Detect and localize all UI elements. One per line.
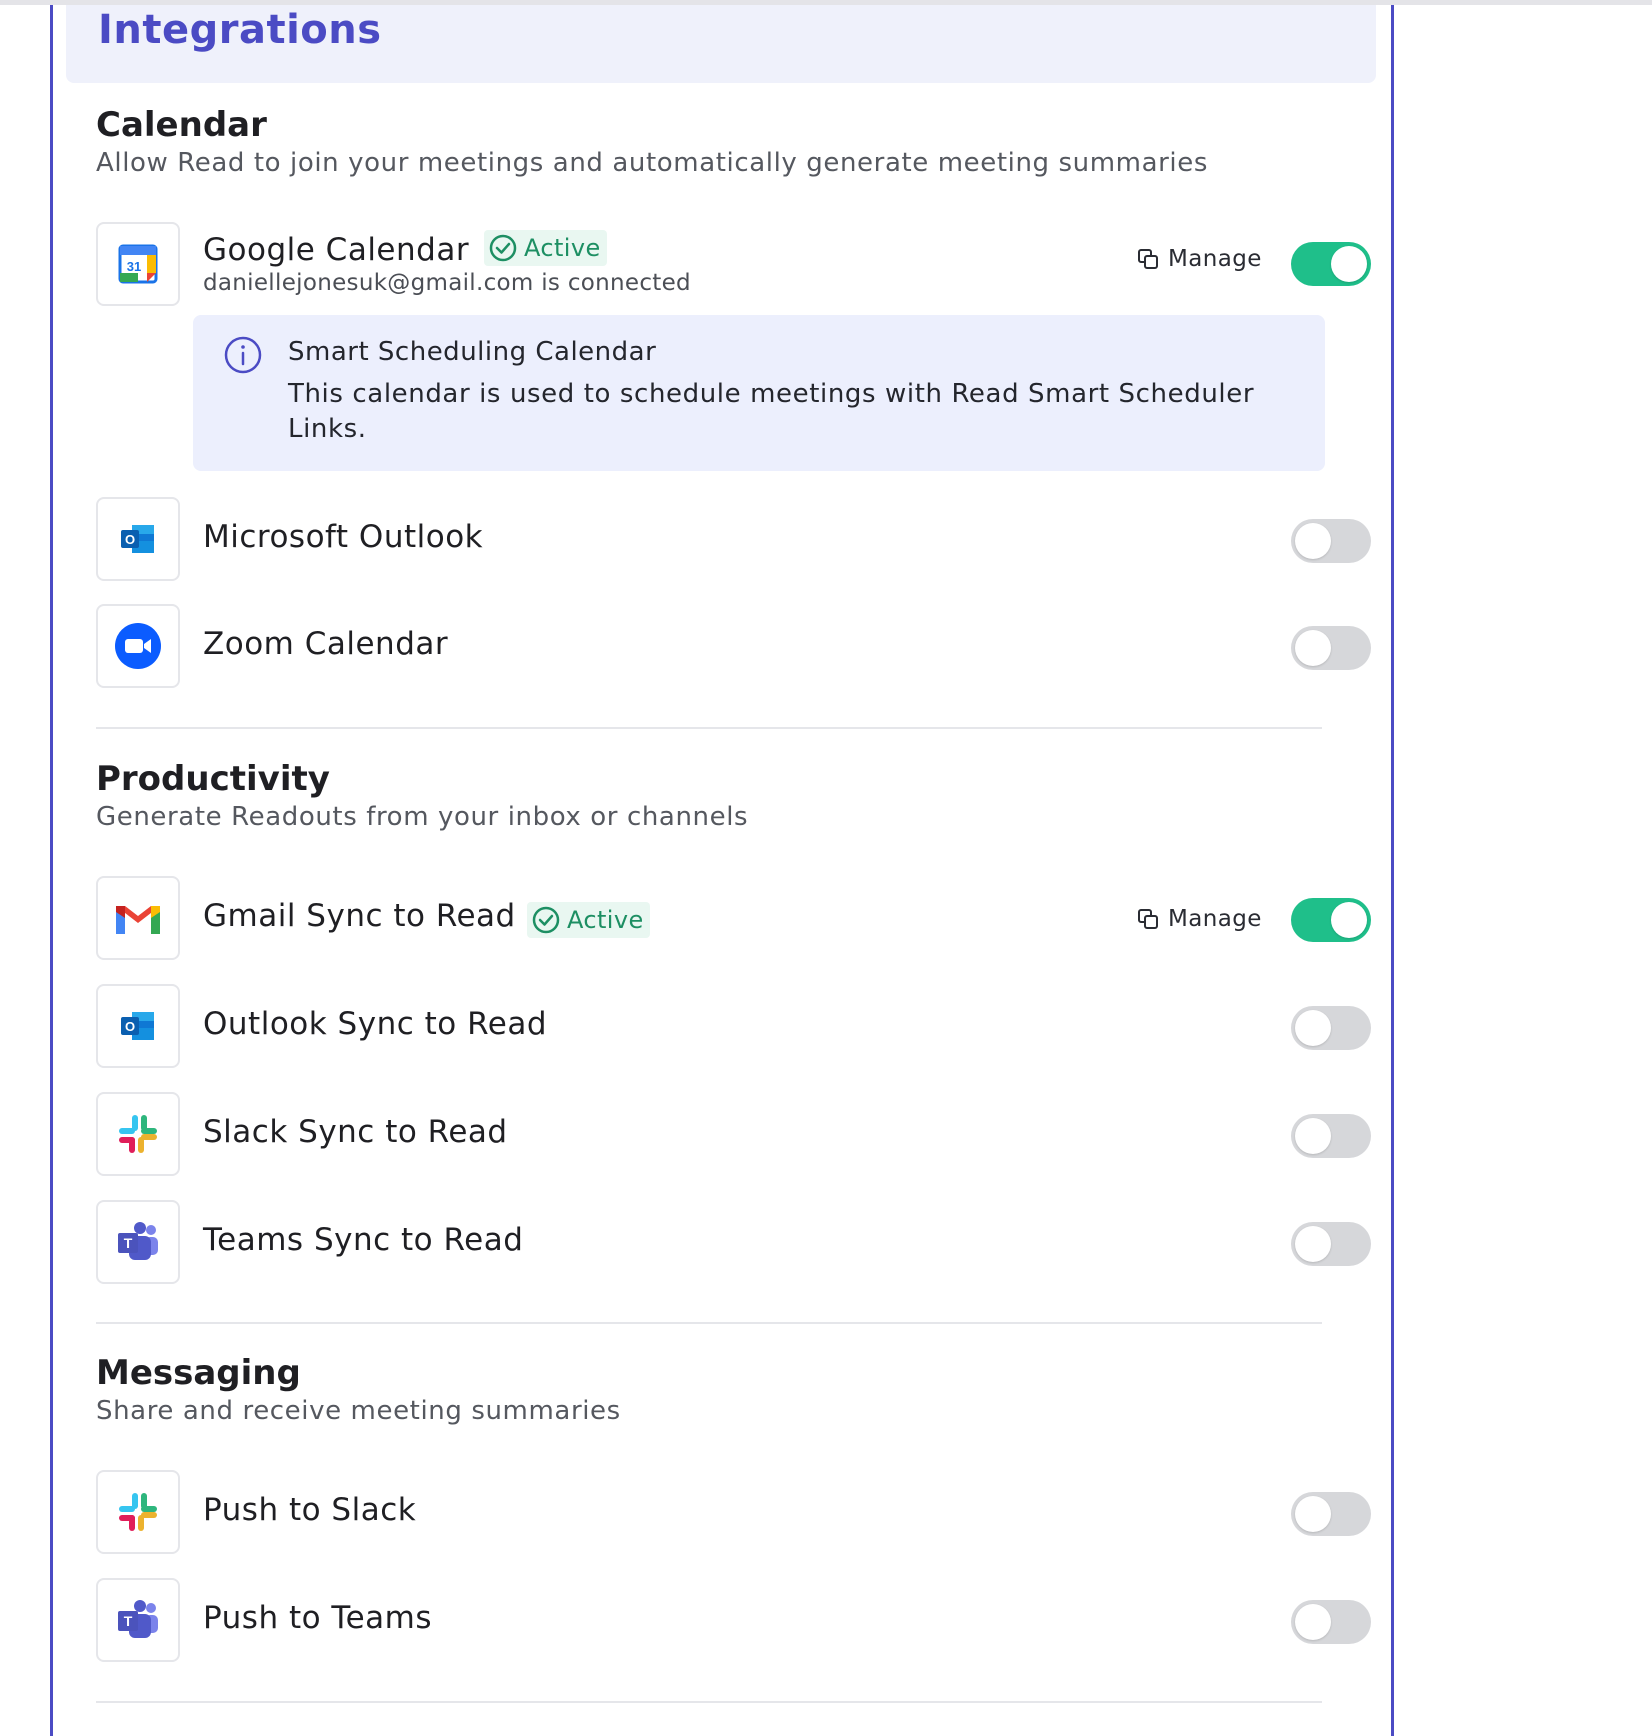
- svg-text:O: O: [125, 532, 135, 547]
- push-to-slack-name: Push to Slack: [203, 1492, 417, 1528]
- svg-text:T: T: [124, 1613, 133, 1629]
- push-to-teams-row: T Push to Teams: [96, 1578, 1371, 1662]
- status-badge: Active: [527, 902, 650, 938]
- teams-icon: T: [96, 1200, 180, 1284]
- messaging-section-description: Share and receive meeting summaries: [96, 1396, 621, 1426]
- outlook-sync-name: Outlook Sync to Read: [203, 1006, 547, 1042]
- status-badge: Active: [484, 230, 607, 266]
- toggle-knob: [1295, 1604, 1331, 1640]
- calendar-section-description: Allow Read to join your meetings and aut…: [96, 148, 1208, 178]
- svg-text:T: T: [124, 1235, 133, 1251]
- slack-sync-name: Slack Sync to Read: [203, 1114, 508, 1150]
- google-calendar-icon: 31: [96, 222, 180, 306]
- productivity-section-title: Productivity: [96, 759, 330, 799]
- microsoft-outlook-name: Microsoft Outlook: [203, 519, 484, 555]
- messaging-section-title: Messaging: [96, 1353, 301, 1393]
- integrations-panel: Integrations Calendar Allow Read to join…: [50, 5, 1394, 1736]
- zoom-calendar-toggle[interactable]: [1291, 626, 1371, 670]
- outlook-icon: O: [96, 984, 180, 1068]
- status-badge-label: Active: [524, 234, 601, 262]
- microsoft-outlook-row: O Microsoft Outlook: [96, 497, 1371, 581]
- manage-button[interactable]: Manage: [1136, 246, 1262, 272]
- status-badge-label: Active: [567, 906, 644, 934]
- header-band: Integrations: [66, 5, 1376, 83]
- smart-scheduling-info-box: Smart Scheduling Calendar This calendar …: [193, 315, 1325, 471]
- push-to-teams-name: Push to Teams: [203, 1600, 433, 1636]
- google-calendar-row: 31 Google Calendar Active daniellejonesu…: [96, 222, 1371, 306]
- toggle-knob: [1295, 630, 1331, 666]
- page-title: Integrations: [98, 7, 382, 53]
- svg-text:31: 31: [127, 259, 141, 274]
- microsoft-outlook-toggle[interactable]: [1291, 519, 1371, 563]
- gmail-sync-row: Gmail Sync to Read Active Manage: [96, 876, 1371, 960]
- zoom-calendar-row: Zoom Calendar: [96, 604, 1371, 688]
- slack-sync-toggle[interactable]: [1291, 1114, 1371, 1158]
- gmail-sync-name: Gmail Sync to Read: [203, 898, 516, 934]
- info-icon: [224, 336, 262, 374]
- zoom-calendar-name: Zoom Calendar: [203, 626, 449, 662]
- outlook-icon: O: [96, 497, 180, 581]
- calendar-section-title: Calendar: [96, 105, 267, 145]
- section-divider: [96, 727, 1322, 729]
- info-text: This calendar is used to schedule meetin…: [288, 379, 1255, 444]
- push-to-teams-toggle[interactable]: [1291, 1600, 1371, 1644]
- copy-icon: [1138, 249, 1158, 269]
- outlook-sync-row: O Outlook Sync to Read: [96, 984, 1371, 1068]
- outlook-sync-toggle[interactable]: [1291, 1006, 1371, 1050]
- copy-icon: [1138, 909, 1158, 929]
- manage-button-label: Manage: [1168, 906, 1262, 932]
- toggle-knob: [1295, 523, 1331, 559]
- svg-text:O: O: [125, 1019, 135, 1034]
- slack-sync-row: Slack Sync to Read: [96, 1092, 1371, 1176]
- teams-sync-row: T Teams Sync to Read: [96, 1200, 1371, 1284]
- check-circle-icon: [489, 234, 517, 262]
- push-to-slack-row: Push to Slack: [96, 1470, 1371, 1554]
- slack-icon: [96, 1092, 180, 1176]
- toggle-knob: [1331, 902, 1367, 938]
- manage-button-label: Manage: [1168, 246, 1262, 272]
- info-title: Smart Scheduling Calendar: [288, 337, 657, 367]
- check-circle-icon: [532, 906, 560, 934]
- gmail-sync-toggle[interactable]: [1291, 898, 1371, 942]
- toggle-knob: [1295, 1496, 1331, 1532]
- teams-icon: T: [96, 1578, 180, 1662]
- gmail-icon: [96, 876, 180, 960]
- toggle-knob: [1331, 246, 1367, 282]
- connected-account-text: daniellejonesuk@gmail.com is connected: [203, 270, 691, 296]
- google-calendar-toggle[interactable]: [1291, 242, 1371, 286]
- google-calendar-name: Google Calendar: [203, 232, 470, 268]
- push-to-slack-toggle[interactable]: [1291, 1492, 1371, 1536]
- slack-icon: [96, 1470, 180, 1554]
- toggle-knob: [1295, 1010, 1331, 1046]
- section-divider: [96, 1701, 1322, 1703]
- productivity-section-description: Generate Readouts from your inbox or cha…: [96, 802, 749, 832]
- section-divider: [96, 1322, 1322, 1324]
- toggle-knob: [1295, 1226, 1331, 1262]
- toggle-knob: [1295, 1118, 1331, 1154]
- manage-button[interactable]: Manage: [1136, 906, 1262, 932]
- teams-sync-toggle[interactable]: [1291, 1222, 1371, 1266]
- zoom-icon: [96, 604, 180, 688]
- teams-sync-name: Teams Sync to Read: [203, 1222, 524, 1258]
